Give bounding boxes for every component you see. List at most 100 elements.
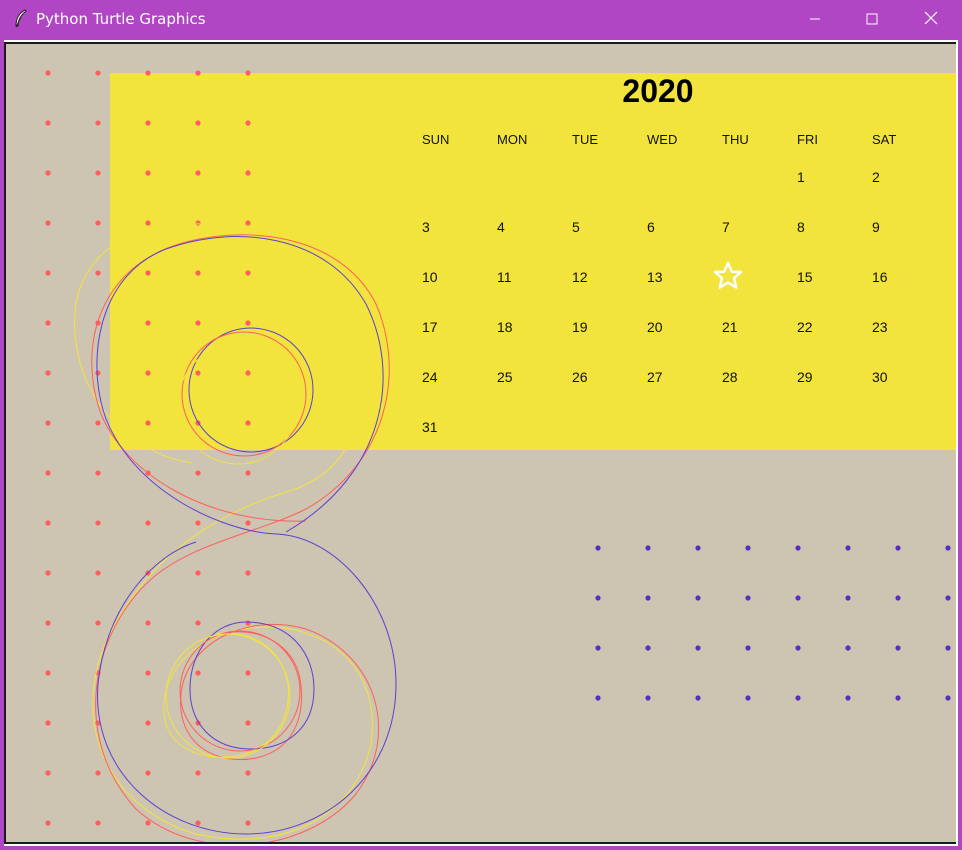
turtle-canvas[interactable]: 2020 SUN MON TUE WED THU FRI SAT 1 2 3 4 5 6 7 8 9 10 11… [4,42,956,844]
red-dot [245,370,251,376]
calendar-day[interactable]: 12 [572,269,588,285]
minimize-button[interactable] [787,0,843,38]
calendar-day[interactable]: 27 [647,369,663,385]
calendar-day[interactable]: 10 [422,269,438,285]
calendar-day[interactable]: 16 [872,269,888,285]
purple-dot-grid [595,545,951,701]
purple-dot [795,645,801,651]
red-dot [145,120,151,126]
red-dot [95,770,101,776]
red-dot [45,770,51,776]
red-dot [195,570,201,576]
purple-dot [795,545,801,551]
calendar-day[interactable]: 2 [872,169,880,185]
year-label: 2020 [622,73,693,109]
red-dot [195,820,201,826]
red-dot [245,520,251,526]
calendar-day[interactable]: 13 [647,269,663,285]
weekday-label: SAT [872,132,896,147]
red-dot [245,720,251,726]
red-dot [145,420,151,426]
minimize-icon [809,10,821,29]
purple-dot [895,545,901,551]
purple-dot [945,645,951,651]
calendar-day[interactable]: 19 [572,319,588,335]
maximize-button[interactable] [844,0,900,38]
calendar-day[interactable]: 17 [422,319,438,335]
red-dot [95,570,101,576]
calendar-day[interactable]: 18 [497,319,513,335]
calendar-day[interactable]: 9 [872,219,880,235]
purple-dot [895,645,901,651]
purple-dot [595,645,601,651]
close-button[interactable] [903,0,959,38]
red-dot [195,470,201,476]
red-dot [195,320,201,326]
weekday-label: THU [722,132,749,147]
calendar-day[interactable]: 7 [722,219,730,235]
calendar-day[interactable]: 29 [797,369,813,385]
red-dot [45,570,51,576]
red-dot [95,120,101,126]
maximize-icon [866,10,878,29]
red-dot [145,370,151,376]
red-dot [245,620,251,626]
calendar-day[interactable]: 11 [497,269,512,285]
purple-dot [595,695,601,701]
red-dot [45,220,51,226]
purple-dot [945,695,951,701]
purple-dot [945,545,951,551]
red-dot [95,470,101,476]
red-dot [195,770,201,776]
calendar-day[interactable]: 26 [572,369,588,385]
calendar-day[interactable]: 23 [872,319,888,335]
calendar-day[interactable]: 20 [647,319,663,335]
calendar-day[interactable]: 22 [797,319,813,335]
purple-dot [795,595,801,601]
red-dot [145,620,151,626]
red-dot [245,820,251,826]
red-dot [95,620,101,626]
calendar-day[interactable]: 15 [797,269,813,285]
red-dot [45,470,51,476]
purple-dot [895,595,901,601]
red-dot [45,520,51,526]
title-bar[interactable]: Python Turtle Graphics [0,0,962,38]
purple-dot [745,595,751,601]
calendar-day[interactable]: 3 [422,219,430,235]
feather-icon [12,9,30,29]
purple-dot [845,595,851,601]
calendar-day[interactable]: 21 [722,319,738,335]
purple-dot [645,595,651,601]
red-dot [245,470,251,476]
red-dot [145,220,151,226]
weekday-label: MON [497,132,527,147]
turtle-window: Python Turtle Graphics 2020 SUN MON TUE … [0,0,962,850]
red-dot [45,320,51,326]
red-dot [245,220,251,226]
purple-dot [845,695,851,701]
calendar-day[interactable]: 28 [722,369,738,385]
calendar-day[interactable]: 1 [797,169,805,185]
calendar-day[interactable]: 5 [572,219,580,235]
red-dot [245,70,251,76]
purple-dot [945,595,951,601]
red-dot [95,170,101,176]
red-dot [145,270,151,276]
calendar-day[interactable]: 30 [872,369,888,385]
red-dot [45,120,51,126]
calendar-day[interactable]: 31 [422,419,438,435]
calendar-day[interactable]: 25 [497,369,513,385]
purple-dot [695,645,701,651]
red-dot [145,720,151,726]
calendar-day[interactable]: 4 [497,219,505,235]
red-dot [195,270,201,276]
purple-dot [695,695,701,701]
calendar-day[interactable]: 24 [422,369,438,385]
calendar-day[interactable]: 6 [647,219,655,235]
red-dot [45,70,51,76]
calendar-day[interactable]: 8 [797,219,805,235]
red-dot [195,370,201,376]
purple-dot [695,595,701,601]
red-dot [145,770,151,776]
